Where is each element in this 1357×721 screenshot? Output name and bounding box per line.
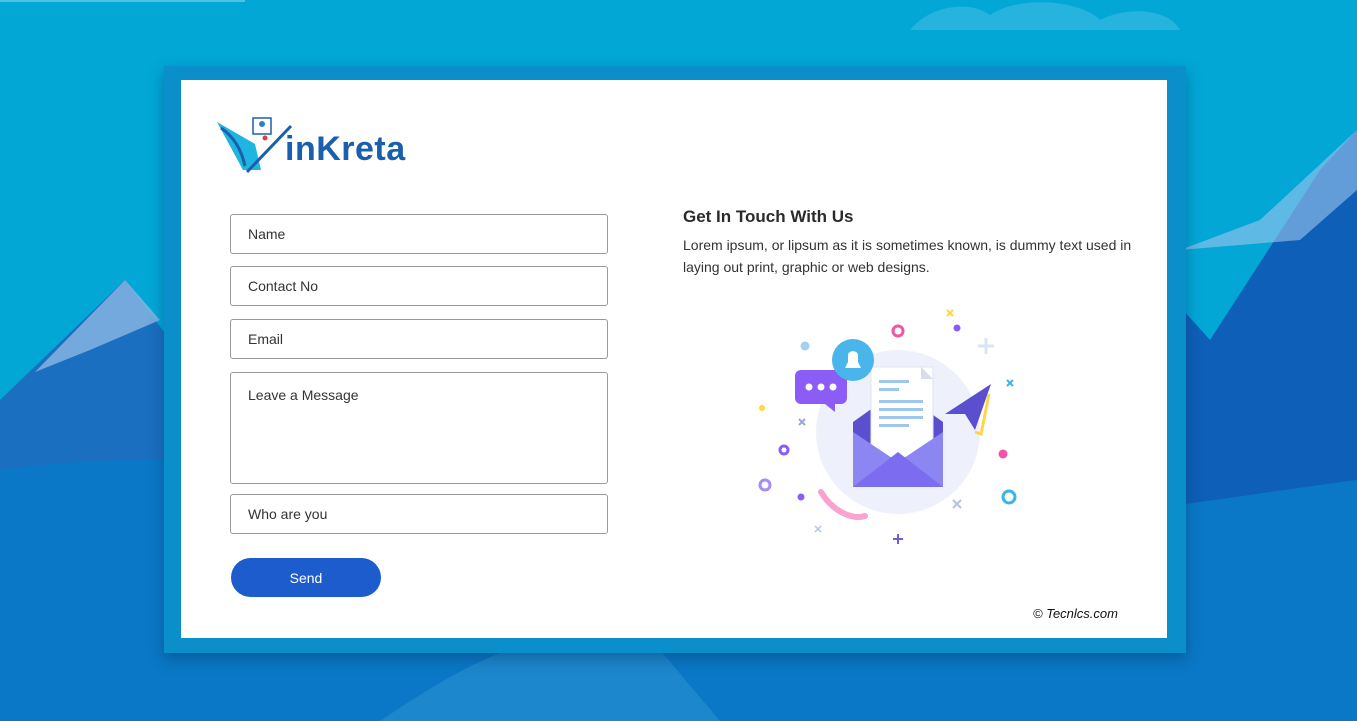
- send-button[interactable]: Send: [231, 558, 381, 597]
- copyright-text: © Tecnlcs.com: [1033, 606, 1118, 621]
- message-textarea[interactable]: Leave a Message: [230, 372, 608, 484]
- info-title: Get In Touch With Us: [683, 207, 854, 226]
- who-placeholder: Who are you: [248, 506, 328, 522]
- name-placeholder: Name: [248, 226, 286, 242]
- info-description: Lorem ipsum, or lipsum as it is sometime…: [683, 237, 1132, 275]
- mail-illustration: [758, 309, 1017, 544]
- email-field[interactable]: Email: [230, 319, 608, 359]
- contact-number-field[interactable]: Contact No: [230, 266, 608, 306]
- who-are-you-field[interactable]: Who are you: [230, 494, 608, 534]
- name-field[interactable]: Name: [230, 214, 608, 254]
- logo-wordmark: inKreta: [285, 130, 406, 168]
- logo-icon: [217, 117, 293, 174]
- contact-placeholder: Contact No: [248, 278, 319, 294]
- email-placeholder: Email: [248, 331, 284, 347]
- brand-logo: inKreta: [215, 114, 405, 178]
- bell-icon: [832, 339, 874, 381]
- message-placeholder: Leave a Message: [248, 387, 359, 403]
- contact-card: inKreta Name Contact No Email Leave a Me…: [181, 80, 1167, 638]
